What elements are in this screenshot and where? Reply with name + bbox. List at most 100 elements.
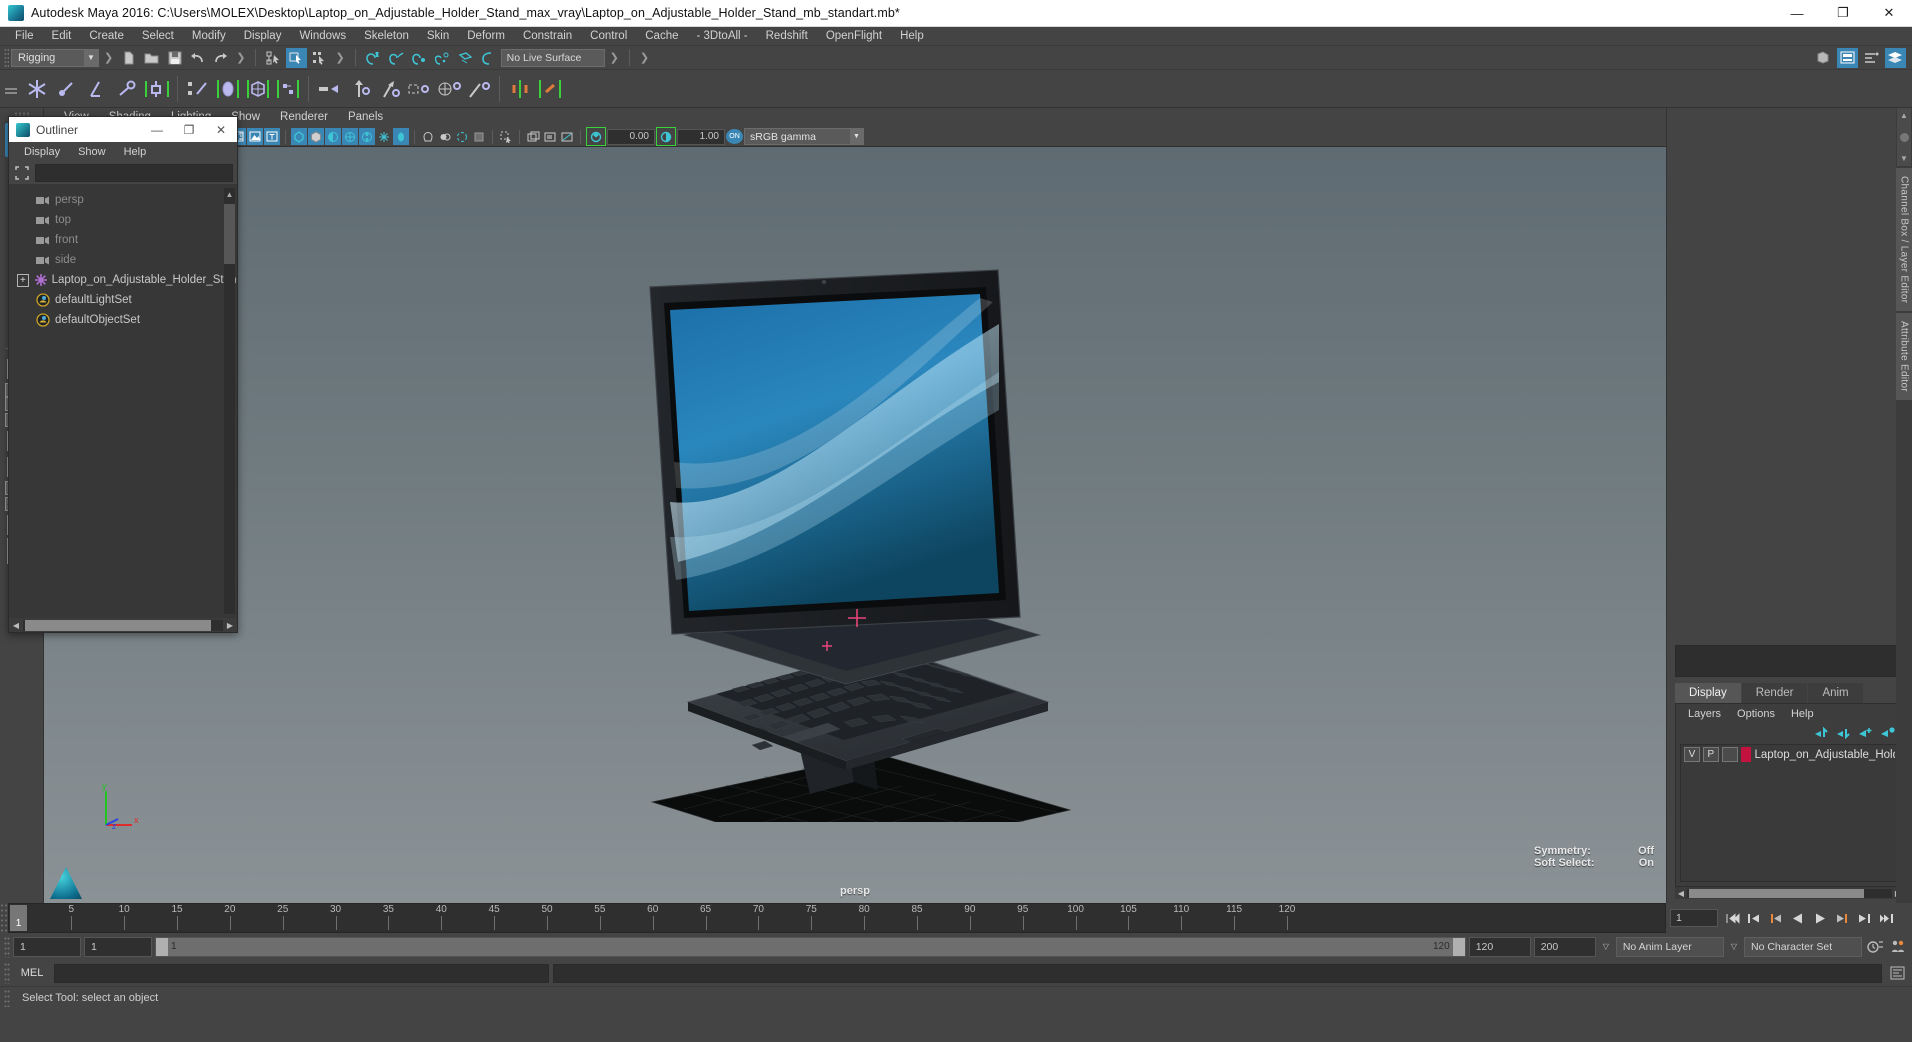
scroll-up-icon[interactable]: ▲: [224, 188, 235, 200]
layer-state-toggle[interactable]: [1721, 747, 1738, 762]
new-scene-icon[interactable]: [118, 48, 139, 68]
outliner-minimize-button[interactable]: —: [141, 117, 173, 142]
panel-menu-renderer[interactable]: Renderer: [270, 108, 338, 127]
show-hide-modeling-toolkit-icon[interactable]: [1813, 48, 1834, 68]
window-minimize-button[interactable]: —: [1774, 0, 1820, 27]
tab-anim[interactable]: Anim: [1808, 683, 1863, 703]
outliner-maximize-button[interactable]: ❐: [173, 117, 205, 142]
skin-cluster-icon[interactable]: [213, 73, 243, 105]
outliner-close-button[interactable]: ✕: [205, 117, 237, 142]
menu-display[interactable]: Display: [235, 27, 291, 46]
menu-constrain[interactable]: Constrain: [514, 27, 581, 46]
snap-to-curve-icon[interactable]: [386, 48, 407, 68]
point-constraint-icon[interactable]: [344, 73, 374, 105]
snap-to-grid-icon[interactable]: [363, 48, 384, 68]
parent-constraint-icon[interactable]: [314, 73, 344, 105]
exposure-display-icon[interactable]: [471, 128, 487, 145]
laptop-model-render[interactable]: [648, 262, 1108, 822]
outliner-item-front[interactable]: front: [9, 230, 237, 250]
xray-joints-icon[interactable]: [437, 128, 453, 145]
snap-to-projected-center-icon[interactable]: [432, 48, 453, 68]
statusline-collapse-4[interactable]: ❯: [607, 51, 622, 64]
exposure-toggle-wrap[interactable]: [586, 127, 606, 146]
render-settings-icon[interactable]: [559, 128, 575, 145]
outliner-scroll-thumb[interactable]: [224, 204, 235, 264]
character-set-selector[interactable]: No Character Set: [1744, 936, 1862, 957]
exposure-value-field[interactable]: 0.00: [607, 128, 655, 145]
outliner-item-default-light-set[interactable]: defaultLightSet: [9, 290, 237, 310]
current-frame-marker[interactable]: 1: [10, 905, 27, 931]
select-hierarchy-icon[interactable]: [263, 48, 284, 68]
menu-edit[interactable]: Edit: [43, 27, 81, 46]
statusline-collapse-5[interactable]: ❯: [637, 51, 652, 64]
screen-space-ao-icon[interactable]: [393, 128, 409, 145]
menu-help[interactable]: Help: [891, 27, 933, 46]
command-language-label[interactable]: MEL: [14, 967, 50, 979]
time-slider[interactable]: 1 5 10 15 20 25 30 35 40 45 50 55 60 65 70 75 80 85 90 95 1…: [8, 903, 1666, 933]
redo-icon[interactable]: [210, 48, 231, 68]
range-start-time-field[interactable]: 1: [84, 936, 152, 957]
panel-menu-panels[interactable]: Panels: [338, 108, 393, 127]
playback-options-arrow[interactable]: ▽: [1599, 942, 1613, 951]
create-layer-from-selected-icon[interactable]: [1879, 724, 1895, 740]
shelf-grip[interactable]: [0, 70, 22, 108]
menu-control[interactable]: Control: [581, 27, 636, 46]
vertical-tab-channel-box[interactable]: Channel Box / Layer Editor: [1896, 168, 1912, 312]
use-all-lights-icon[interactable]: [308, 128, 324, 145]
ipr-render-icon[interactable]: [542, 128, 558, 145]
scroll-up-icon[interactable]: ▲: [1900, 111, 1908, 120]
insert-joint-icon[interactable]: [112, 73, 142, 105]
show-hide-tool-settings-icon[interactable]: [1861, 48, 1882, 68]
anim-layer-arrow[interactable]: ▽: [1727, 942, 1741, 951]
layer-scroll-track[interactable]: [1687, 888, 1892, 898]
lattice-deformer-icon[interactable]: [243, 73, 273, 105]
select-object-icon[interactable]: [286, 47, 308, 68]
layer-playback-toggle[interactable]: P: [1702, 747, 1719, 762]
step-forward-key-icon[interactable]: [1854, 907, 1874, 929]
exposure-icon[interactable]: [588, 128, 604, 145]
persp-viewport[interactable]: Symmetry: Off Soft Select: On persp y x …: [44, 147, 1666, 903]
layer-color-swatch[interactable]: [1740, 747, 1752, 762]
layer-visibility-toggle[interactable]: V: [1684, 747, 1700, 762]
gamma-toggle-wrap[interactable]: [656, 127, 676, 146]
layer-row[interactable]: V P Laptop_on_Adjustable_Holder_Star: [1681, 745, 1898, 764]
vertical-tab-attribute-editor[interactable]: Attribute Editor: [1896, 313, 1912, 401]
move-layer-up-icon[interactable]: [1813, 724, 1829, 740]
statusline-collapse-1[interactable]: ❯: [101, 51, 116, 64]
menu-file[interactable]: File: [6, 27, 43, 46]
window-close-button[interactable]: ✕: [1866, 0, 1912, 27]
time-slider-grip[interactable]: [0, 903, 8, 933]
anti-aliasing-icon[interactable]: [359, 128, 375, 145]
play-forwards-icon[interactable]: [1810, 907, 1830, 929]
outliner-vertical-scrollbar[interactable]: ▲: [224, 188, 235, 614]
scroll-right-icon[interactable]: ▶: [223, 621, 237, 630]
statusline-grip[interactable]: [4, 47, 9, 68]
cluster-deformer-icon[interactable]: [273, 73, 303, 105]
outliner-horizontal-scrollbar[interactable]: ◀ ▶: [9, 618, 237, 632]
tab-display[interactable]: Display: [1675, 683, 1741, 703]
outliner-search-input[interactable]: [35, 164, 233, 182]
ambient-occlusion-icon[interactable]: [342, 128, 358, 145]
snap-to-view-plane-icon[interactable]: [455, 48, 476, 68]
layer-menu-options[interactable]: Options: [1729, 708, 1783, 720]
outliner-item-side[interactable]: side: [9, 250, 237, 270]
scroll-left-icon[interactable]: ◀: [9, 621, 23, 630]
outliner-hscroll-thumb[interactable]: [25, 619, 211, 631]
step-back-frame-icon[interactable]: [1766, 907, 1786, 929]
scroll-down-icon[interactable]: ▼: [1900, 154, 1908, 163]
orient-constraint-icon[interactable]: [374, 73, 404, 105]
play-backwards-icon[interactable]: [1788, 907, 1808, 929]
statusline-collapse-2[interactable]: ❯: [233, 51, 248, 64]
menu-create[interactable]: Create: [80, 27, 133, 46]
animation-end-time-field[interactable]: 200: [1533, 936, 1596, 957]
anim-layer-selector[interactable]: No Anim Layer: [1615, 936, 1724, 957]
menu-skin[interactable]: Skin: [418, 27, 458, 46]
motion-blur-icon[interactable]: [376, 128, 392, 145]
menu-select[interactable]: Select: [133, 27, 183, 46]
command-input-field[interactable]: [54, 963, 549, 983]
create-joint-icon[interactable]: [22, 73, 52, 105]
live-surface-field[interactable]: No Live Surface: [500, 48, 605, 67]
undo-icon[interactable]: [187, 48, 208, 68]
color-profile-selector[interactable]: sRGB gamma ▼: [744, 128, 864, 145]
dock-scroll-control[interactable]: ▲ ▼: [1897, 108, 1911, 166]
